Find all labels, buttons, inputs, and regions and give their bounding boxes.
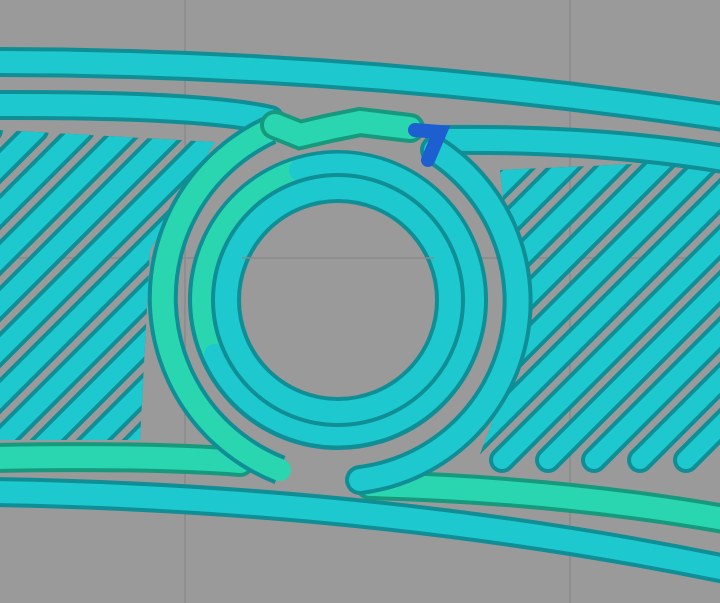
bridge-segment [264, 110, 421, 147]
gcode-preview-viewport[interactable] [0, 0, 720, 603]
perimeter-bottom-inner-left [0, 446, 251, 473]
toolpath-render [0, 0, 720, 603]
hole-perimeters [147, 116, 533, 495]
hole [242, 204, 434, 396]
